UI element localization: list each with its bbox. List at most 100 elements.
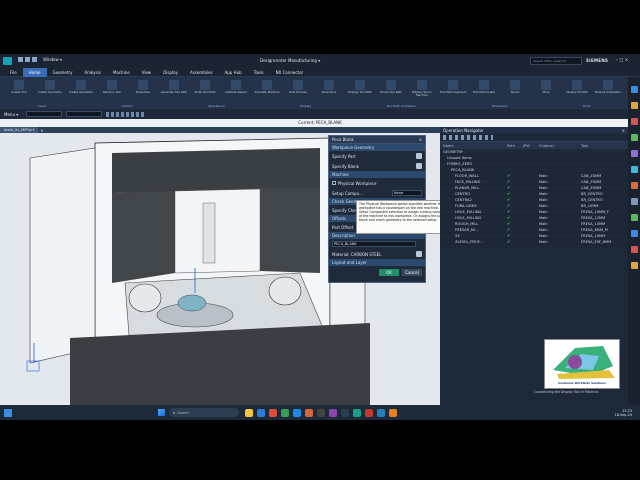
physical-workpiece-checkbox[interactable] (332, 181, 336, 185)
save-icon[interactable] (18, 57, 23, 62)
ribbon-button-more[interactable]: More (531, 79, 561, 101)
ribbon-button-properties[interactable]: Properties (128, 79, 158, 101)
tree-row[interactable]: ZLEVEL_PROF... ✔ Main FRESA_ESF_8MM (440, 239, 628, 245)
menu-item-home[interactable]: Home (22, 67, 47, 77)
ribbon-group-tool-path-animation: Tool Path Animation (386, 103, 417, 108)
ribbon-button-validate-report[interactable]: Validate Report (221, 79, 251, 101)
redo-icon[interactable] (32, 57, 37, 62)
menu-item-nx-connector[interactable]: NX Connector (270, 68, 310, 77)
machine-section[interactable]: Machine (329, 171, 425, 178)
select-part-button[interactable] (416, 153, 422, 159)
menu-item-machine[interactable]: Machine (107, 68, 136, 77)
taskbar-app-icon[interactable] (305, 408, 313, 417)
window-menu[interactable]: Window ▾ (43, 57, 62, 62)
navigator-close-icon[interactable]: × (622, 128, 625, 133)
ribbon-button-icon (541, 80, 551, 90)
resource-bar-icon[interactable] (630, 150, 638, 157)
menu-item-view[interactable]: View (136, 68, 158, 77)
ribbon-button-create-geometry[interactable]: Create Geometry (35, 79, 65, 101)
command-line: Current: PECA_BLANK (0, 119, 640, 127)
ribbon-button-feature-simulation[interactable]: Feature Simulation (593, 79, 623, 101)
taskbar-app-icon[interactable] (389, 408, 397, 417)
snap-icons[interactable] (106, 111, 147, 117)
taskbar-app-icon[interactable] (341, 408, 349, 417)
layout-layer-section[interactable]: Layout and Layer (329, 259, 425, 266)
resource-bar-icon[interactable] (630, 246, 638, 253)
ribbon-button-generate-tool-path[interactable]: Generate Tool Path (159, 79, 189, 101)
taskbar-app-icon[interactable] (317, 408, 325, 417)
ribbon-button-display-3d-ipw[interactable]: Display 3D IPW (562, 79, 592, 101)
widgets-icon[interactable] (4, 408, 12, 417)
tree-item-name: PECA_BLANK (451, 167, 475, 172)
ribbon-button-tool-path-segment[interactable]: Tool Path Segment (438, 79, 468, 101)
taskbar-app-icon[interactable] (281, 408, 289, 417)
menu-dropdown[interactable]: Menu ▾ (4, 112, 18, 117)
menu-item-assemblies[interactable]: Assemblies (184, 68, 219, 77)
resource-bar-icon[interactable] (630, 118, 638, 125)
ribbon-button-create-operation[interactable]: Create Operation (66, 79, 96, 101)
select-blank-button[interactable] (416, 163, 422, 169)
taskbar-app-icon[interactable] (269, 408, 277, 417)
resource-bar-icon[interactable] (630, 86, 638, 93)
close-icon[interactable]: × (624, 57, 629, 62)
ribbon-button-verify-tool-path[interactable]: Verify Tool Path (190, 79, 220, 101)
ribbon-button-post-process[interactable]: Post Process (283, 79, 313, 101)
tree-item-channel: Main (539, 215, 548, 220)
taskbar-app-icon[interactable] (377, 408, 385, 417)
taskbar-app-icon[interactable] (293, 408, 301, 417)
navigator-tool-icons[interactable] (443, 135, 493, 140)
workpiece-geometry-section[interactable]: Workpiece Geometry (329, 144, 425, 151)
tree-item-tool: BR_CENTRO (581, 191, 603, 196)
setup-component-select[interactable]: None (392, 190, 422, 196)
close-tab-icon[interactable]: × (40, 128, 43, 133)
column-header-name[interactable]: Name (443, 144, 507, 148)
ribbon-button-display-tool-in-machine[interactable]: Display Tool in Machine (407, 79, 437, 101)
column-header-path[interactable]: Path (507, 144, 523, 148)
taskbar-app-icon[interactable] (353, 408, 361, 417)
type-filter[interactable] (26, 111, 63, 117)
resource-bar-icon[interactable] (630, 134, 638, 141)
tree-item-tool: CAB_ZSMM (581, 179, 602, 184)
taskbar-search[interactable]: ⌕ Search (169, 408, 239, 417)
column-header-ipw[interactable]: IPW (523, 144, 539, 148)
search-box[interactable]: Search 2D5+ (search) (530, 57, 582, 65)
description-input[interactable]: PECA_BLANK (332, 241, 416, 247)
menu-item-analysis[interactable]: Analysis (78, 68, 106, 77)
undo-icon[interactable] (25, 57, 30, 62)
scope-filter[interactable] (66, 111, 103, 117)
tree-item-path: ✔ (507, 239, 511, 244)
resource-bar-icon[interactable] (630, 166, 638, 173)
resource-bar-icon[interactable] (630, 262, 638, 269)
resource-bar-icon[interactable] (630, 198, 638, 205)
resource-bar-icon[interactable] (630, 230, 638, 237)
start-icon[interactable] (158, 409, 165, 416)
cancel-button[interactable]: Cancel (402, 269, 422, 276)
ribbon-button-speed[interactable]: Speed (500, 79, 530, 101)
dialog-close-icon[interactable]: × (419, 137, 422, 142)
taskbar-app-icon[interactable] (365, 408, 373, 417)
ribbon-button-orient-tool-path[interactable]: Orient Tool Path (376, 79, 406, 101)
ribbon-button-tool-path-graph[interactable]: Tool Path Graph (469, 79, 499, 101)
edit-material-icon[interactable] (416, 251, 422, 257)
menu-item-tools[interactable]: Tools (248, 68, 270, 77)
menu-item-geometry[interactable]: Geometry (47, 68, 79, 77)
ribbon-button-display-tool-path[interactable]: Display Tool Path (345, 79, 375, 101)
taskbar-app-icon[interactable] (257, 408, 265, 417)
resource-bar-icon[interactable] (630, 102, 638, 109)
tree-item-tool: FRESA_ESF_8MM (581, 239, 612, 244)
ribbon-button-create-tool[interactable]: Create Tool (4, 79, 34, 101)
taskbar-app-icon[interactable] (329, 408, 337, 417)
menu-item-file[interactable]: File (4, 68, 23, 77)
taskbar-app-icon[interactable] (245, 408, 253, 417)
column-header-channel[interactable]: Channel (539, 144, 581, 148)
resource-bar-icon[interactable] (630, 214, 638, 221)
ok-button[interactable]: OK (379, 269, 399, 276)
menu-item-display[interactable]: Display (157, 68, 184, 77)
ribbon-button-simulate-machine[interactable]: Simulate Machine (252, 79, 282, 101)
ribbon-button-machine-tool[interactable]: Machine Tool (97, 79, 127, 101)
column-header-tool[interactable]: Tool (581, 144, 625, 148)
ribbon-button-shop-docs[interactable]: Shop Docs (314, 79, 344, 101)
menu-item-app-hub[interactable]: App Hub (219, 68, 248, 77)
taskbar-clock[interactable]: 22:23 18-Sep-24 (615, 409, 632, 417)
resource-bar-icon[interactable] (630, 182, 638, 189)
